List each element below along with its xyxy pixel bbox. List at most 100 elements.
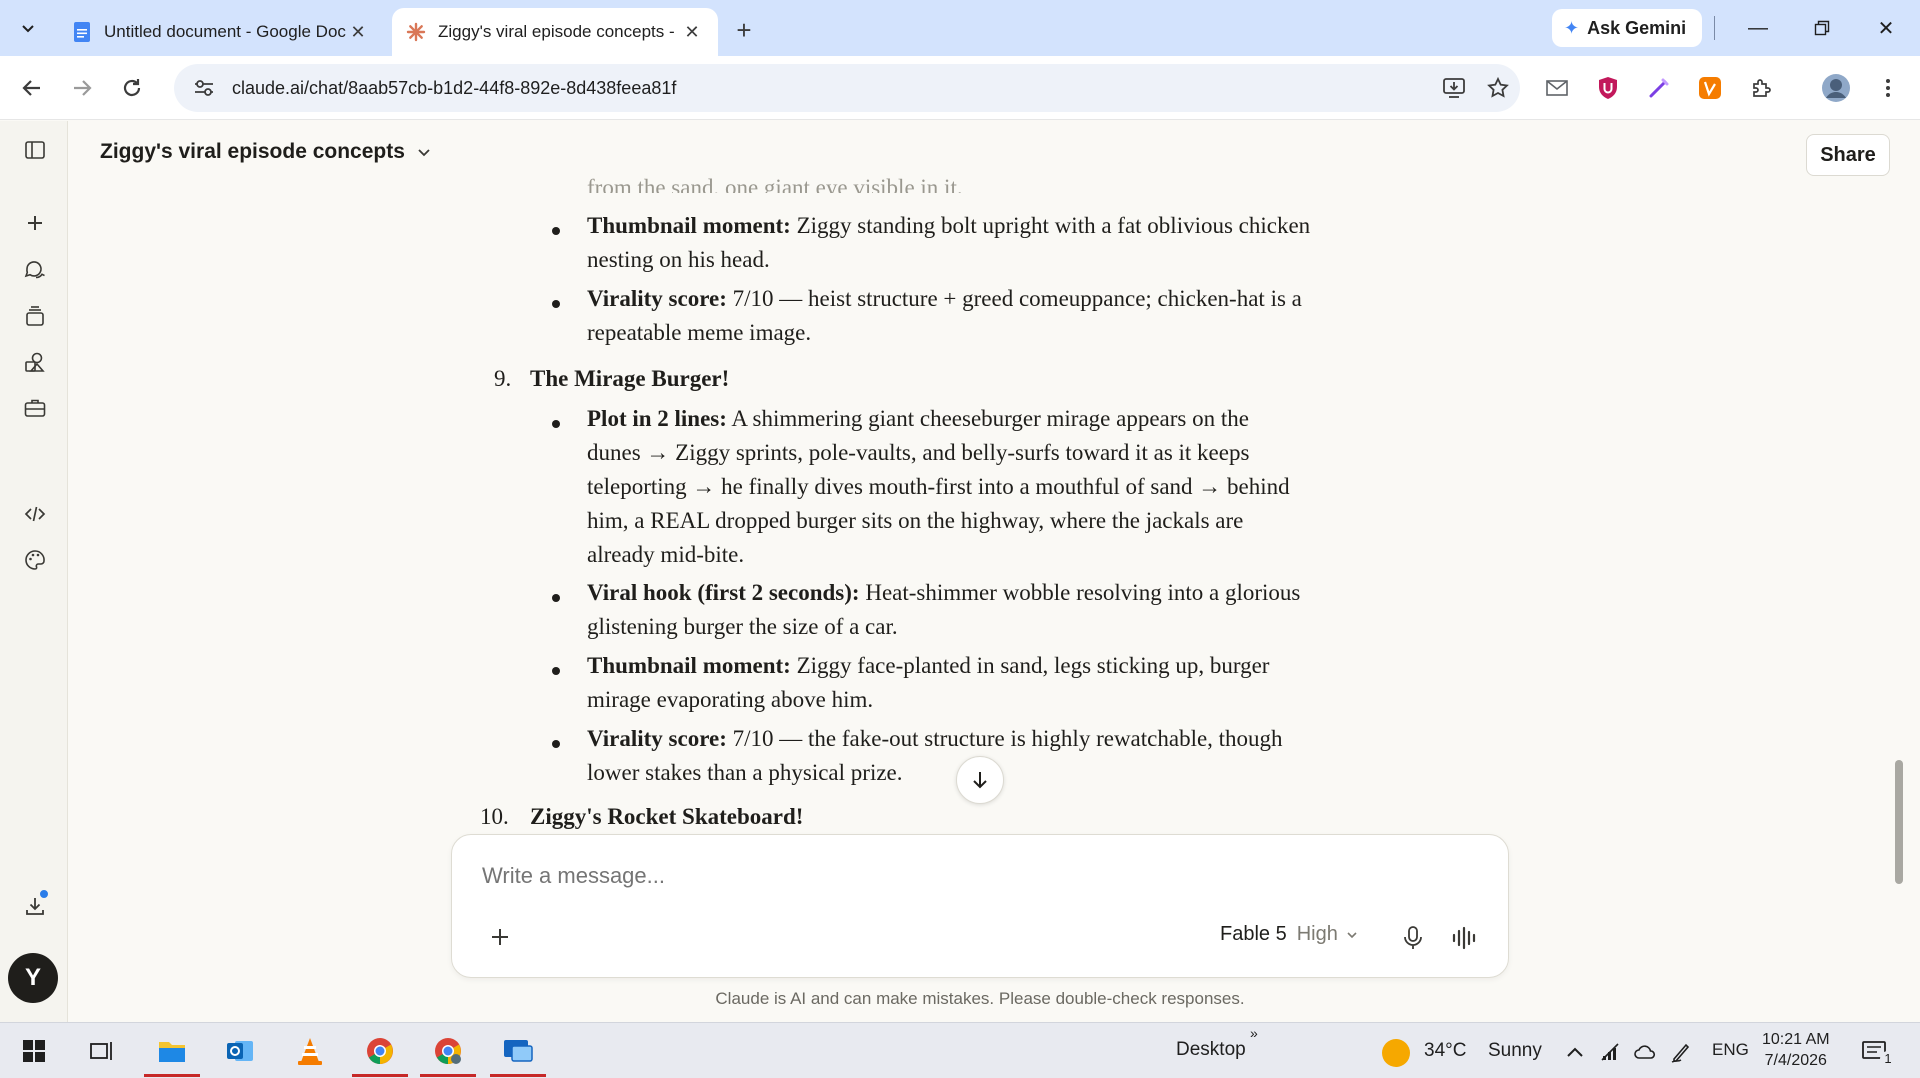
claude-icon bbox=[406, 22, 426, 42]
orange-extension-icon[interactable] bbox=[1694, 72, 1726, 104]
browser-toolbar: claude.ai/chat/8aab57cb-b1d2-44f8-892e-8… bbox=[0, 56, 1920, 120]
remote-desktop-icon bbox=[504, 1040, 533, 1062]
clock-date: 7/4/2026 bbox=[1764, 1052, 1827, 1069]
arrow-right-icon bbox=[74, 80, 92, 96]
faded-text-line: from the sand, one giant eye visible in … bbox=[587, 175, 963, 193]
list-item-continued: dunes → Ziggy sprints, pole-vaults, and … bbox=[587, 440, 1250, 465]
google-docs-icon bbox=[72, 22, 92, 42]
vlc-button[interactable] bbox=[282, 1031, 338, 1071]
arrow-down-icon bbox=[973, 772, 987, 789]
minimize-button[interactable]: — bbox=[1738, 10, 1778, 46]
tab-search-button[interactable] bbox=[12, 12, 44, 44]
list-item-continued: glistening burger the size of a car. bbox=[587, 614, 898, 639]
scroll-to-bottom-button[interactable] bbox=[956, 756, 1004, 804]
ask-gemini-button[interactable]: ✦ Ask Gemini bbox=[1552, 9, 1703, 47]
chrome-icon bbox=[435, 1038, 461, 1064]
reload-button[interactable] bbox=[114, 70, 150, 106]
forward-button[interactable] bbox=[64, 70, 100, 106]
clock-time: 10:21 AM bbox=[1762, 1031, 1830, 1048]
model-selector[interactable]: Fable 5 High bbox=[1220, 923, 1358, 946]
notification-dot bbox=[38, 888, 50, 900]
list-item: Virality score: 7/10 — heist structure +… bbox=[587, 286, 1302, 311]
network-icon[interactable] bbox=[1596, 1037, 1626, 1067]
weather-temperature[interactable]: 34°C bbox=[1424, 1040, 1466, 1062]
extensions-puzzle-icon[interactable] bbox=[1745, 72, 1777, 104]
task-view-button[interactable] bbox=[74, 1031, 130, 1071]
tab-google-docs[interactable]: Untitled document - Google Docs ✕ bbox=[58, 8, 384, 56]
profile-icon[interactable] bbox=[1820, 72, 1852, 104]
model-name: Fable 5 bbox=[1220, 923, 1287, 945]
vlc-cone-icon bbox=[298, 1038, 322, 1065]
bullet-dot bbox=[552, 227, 560, 235]
assistant-message: from the sand, one giant eye visible in … bbox=[0, 121, 1880, 831]
chrome-button[interactable] bbox=[352, 1031, 408, 1077]
list-item-continued: nesting on his head. bbox=[587, 247, 770, 272]
message-input[interactable] bbox=[482, 863, 1382, 889]
file-explorer-button[interactable] bbox=[144, 1031, 200, 1077]
task-view-icon bbox=[90, 1042, 112, 1060]
list-item-continued: already mid-bite. bbox=[587, 542, 745, 567]
language-indicator[interactable]: ENG bbox=[1712, 1040, 1749, 1060]
bookmark-star-icon[interactable] bbox=[1476, 70, 1520, 106]
voice-mode-button[interactable] bbox=[1448, 921, 1482, 955]
cloud-icon[interactable] bbox=[1630, 1037, 1660, 1067]
episode-title: Ziggy's Rocket Skateboard! bbox=[530, 804, 804, 829]
microphone-button[interactable] bbox=[1396, 921, 1430, 955]
address-bar[interactable]: claude.ai/chat/8aab57cb-b1d2-44f8-892e-8… bbox=[174, 64, 1520, 112]
list-number: 9. bbox=[494, 366, 512, 391]
list-item: Thumbnail moment: Ziggy standing bolt up… bbox=[587, 213, 1311, 238]
close-icon[interactable]: ✕ bbox=[680, 20, 704, 44]
close-icon[interactable]: ✕ bbox=[346, 20, 370, 44]
microphone-icon bbox=[1404, 926, 1422, 949]
plus-icon bbox=[492, 929, 508, 945]
pen-extension-icon[interactable] bbox=[1643, 72, 1675, 104]
desktop-toolbar-label[interactable]: Desktop bbox=[1176, 1039, 1246, 1061]
list-item: Thumbnail moment: Ziggy face-planted in … bbox=[587, 653, 1270, 678]
bullet-dot bbox=[552, 300, 560, 308]
weather-description[interactable]: Sunny bbox=[1488, 1040, 1542, 1062]
add-attachment-button[interactable] bbox=[482, 919, 518, 955]
bullet-dot bbox=[552, 420, 560, 428]
windows-start-button[interactable] bbox=[6, 1031, 62, 1071]
chevron-right-double-icon[interactable]: » bbox=[1250, 1025, 1258, 1041]
list-item-continued: repeatable meme image. bbox=[587, 320, 812, 345]
chevron-down-icon bbox=[1347, 931, 1357, 938]
ublock-shield-icon[interactable] bbox=[1592, 72, 1624, 104]
list-number: 10. bbox=[480, 804, 509, 829]
new-tab-button[interactable]: + bbox=[728, 14, 760, 46]
pen-icon[interactable] bbox=[1666, 1037, 1696, 1067]
scrollbar-thumb[interactable] bbox=[1895, 760, 1903, 884]
bullet-dot bbox=[552, 740, 560, 748]
url-text: claude.ai/chat/8aab57cb-b1d2-44f8-892e-8… bbox=[232, 77, 677, 98]
list-item-continued: mirage evaporating above him. bbox=[587, 687, 874, 712]
install-app-icon[interactable] bbox=[1432, 70, 1476, 106]
reload-icon bbox=[123, 79, 141, 97]
site-settings-icon[interactable] bbox=[184, 78, 224, 98]
browser-tab-strip: Untitled document - Google Docs ✕ Ziggy'… bbox=[0, 0, 1920, 56]
chevron-up-icon[interactable] bbox=[1560, 1037, 1590, 1067]
mail-icon[interactable] bbox=[1541, 72, 1573, 104]
list-item: Viral hook (first 2 seconds): Heat-shimm… bbox=[587, 580, 1301, 605]
windows-taskbar: Desktop » 34°C Sunny ENG 10:21 AM 7/4/20… bbox=[0, 1022, 1920, 1078]
list-item-continued: lower stakes than a physical prize. bbox=[587, 760, 903, 785]
chevron-down-icon bbox=[22, 25, 34, 33]
restore-button[interactable] bbox=[1802, 10, 1842, 46]
remote-desktop-button[interactable] bbox=[490, 1031, 546, 1077]
chrome-icon bbox=[367, 1038, 393, 1064]
close-window-button[interactable]: ✕ bbox=[1866, 10, 1906, 46]
tab-claude[interactable]: Ziggy's viral episode concepts - Claude … bbox=[392, 8, 718, 56]
sun-icon bbox=[1382, 1039, 1410, 1067]
back-button[interactable] bbox=[14, 70, 50, 106]
page-scrollbar[interactable] bbox=[1884, 121, 1900, 1024]
disclaimer-text: Claude is AI and can make mistakes. Plea… bbox=[715, 989, 1245, 1008]
message-composer: Fable 5 High bbox=[451, 834, 1509, 978]
arrow-left-icon bbox=[22, 80, 40, 96]
audio-waveform-icon bbox=[1452, 926, 1476, 950]
chrome-profile-button[interactable] bbox=[420, 1031, 476, 1077]
clock[interactable]: 10:21 AM 7/4/2026 bbox=[1762, 1029, 1830, 1071]
list-item-continued: him, a REAL dropped burger sits on the h… bbox=[587, 508, 1244, 533]
list-item: Plot in 2 lines: A shimmering giant chee… bbox=[587, 406, 1249, 431]
browser-menu-icon[interactable] bbox=[1872, 72, 1904, 104]
outlook-icon bbox=[227, 1041, 253, 1061]
outlook-button[interactable] bbox=[212, 1031, 268, 1071]
